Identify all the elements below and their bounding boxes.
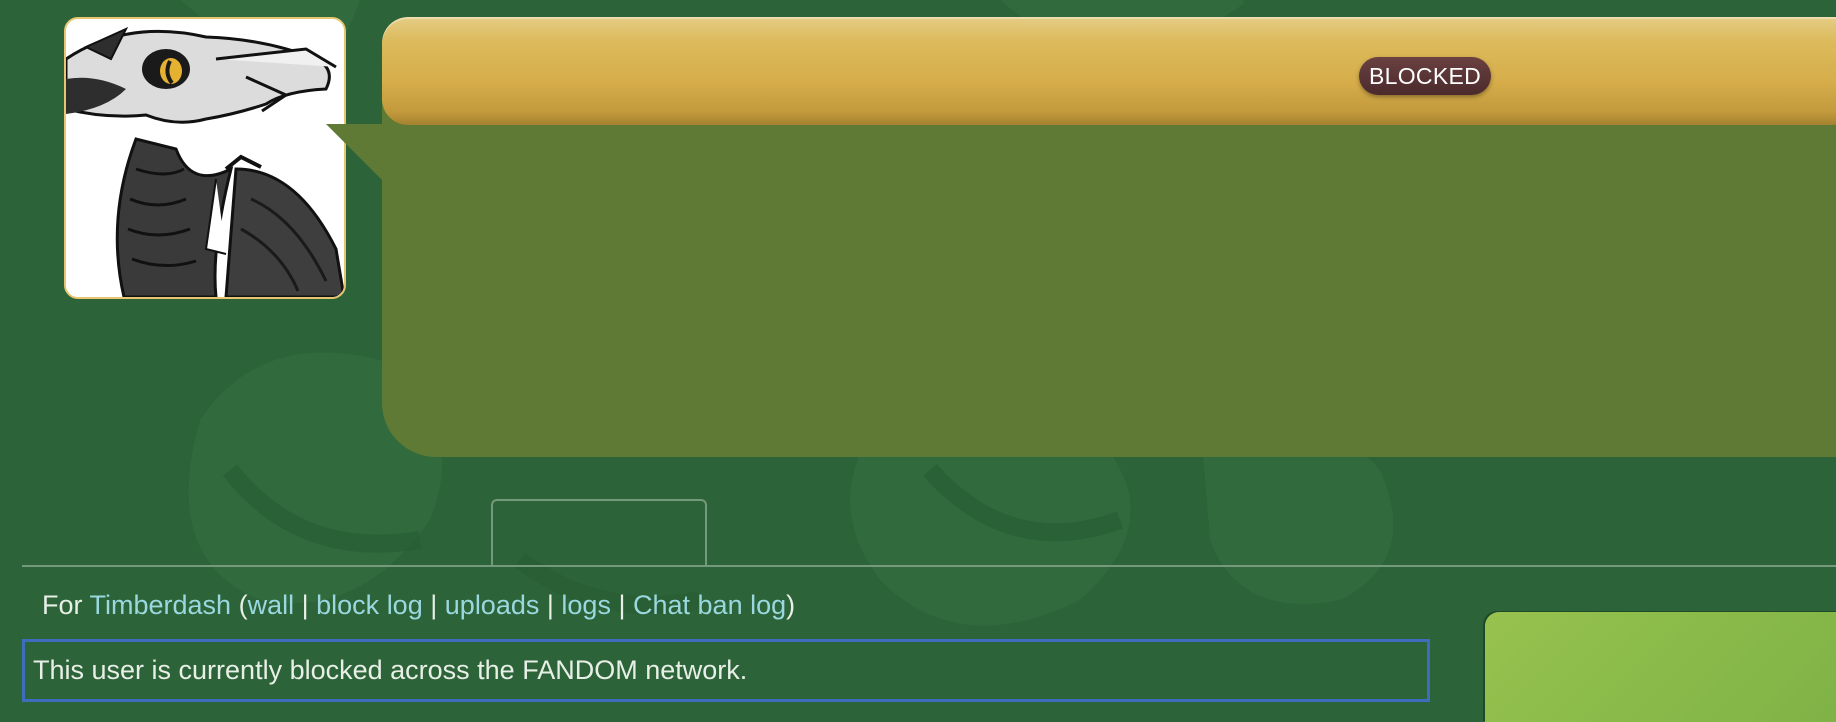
separator: | — [618, 590, 626, 620]
global-block-notice: This user is currently blocked across th… — [22, 639, 1430, 702]
user-masthead: BLOCKED — [382, 17, 1836, 457]
dragon-avatar-icon — [66, 19, 344, 297]
separator: | — [546, 590, 554, 620]
logs-link[interactable]: logs — [561, 590, 611, 620]
user-avatar[interactable] — [64, 17, 346, 299]
tab-divider — [22, 565, 1836, 567]
username-link[interactable]: Timberdash — [90, 590, 232, 620]
masthead-bubble-tail — [326, 124, 384, 182]
uploads-link[interactable]: uploads — [445, 590, 540, 620]
block-notice-text: This user is currently blocked across th… — [33, 655, 748, 685]
close-paren: ) — [786, 590, 796, 620]
masthead-header-bar: BLOCKED — [382, 17, 1836, 125]
separator: | — [301, 590, 309, 620]
blocked-status-tag: BLOCKED — [1359, 57, 1492, 95]
open-paren: ( — [238, 590, 248, 620]
contributions-subtitle: For Timberdash (wall | block log | uploa… — [42, 588, 795, 622]
block-log-link[interactable]: block log — [316, 590, 423, 620]
separator: | — [430, 590, 438, 620]
right-rail-module — [1485, 612, 1836, 722]
wall-link[interactable]: wall — [248, 590, 295, 620]
profile-tab[interactable] — [491, 499, 707, 567]
chat-ban-log-link[interactable]: Chat ban log — [633, 590, 786, 620]
for-label: For — [42, 590, 83, 620]
